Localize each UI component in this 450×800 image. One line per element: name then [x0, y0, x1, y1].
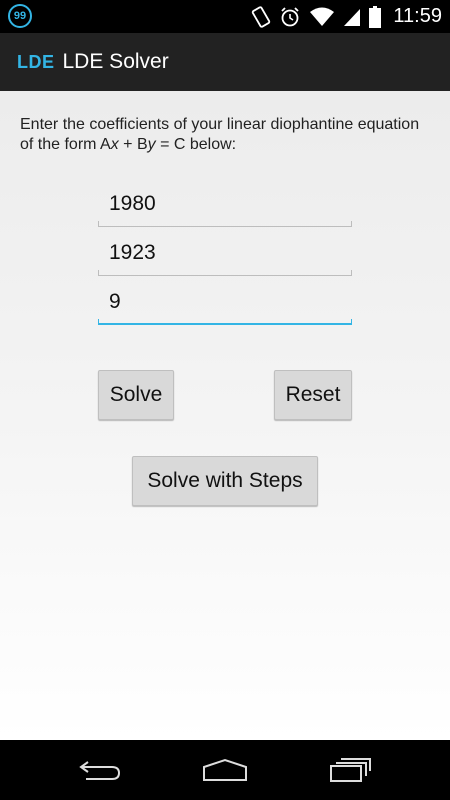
back-icon [79, 761, 121, 780]
coefficient-c-input[interactable] [98, 285, 352, 319]
coefficient-c-underline [98, 319, 352, 325]
instructions-text: Enter the coefficients of your linear di… [20, 115, 430, 155]
instructions-part3: = C below: [155, 136, 237, 153]
app-title: LDE Solver [62, 50, 169, 73]
coefficient-b-underline [98, 270, 352, 276]
coefficient-a-underline [98, 221, 352, 227]
content-area: Enter the coefficients of your linear di… [0, 91, 450, 740]
notification-badge: 99 [13, 10, 27, 22]
recent-apps-icon [330, 758, 371, 782]
home-icon [203, 758, 247, 781]
screen-rotation-icon [252, 5, 271, 28]
recent-apps-button[interactable] [320, 750, 380, 790]
battery-icon [369, 5, 382, 28]
reset-button[interactable]: Reset [274, 370, 352, 420]
app-logo[interactable]: LDE [17, 52, 55, 73]
status-bar: 99 11:59 [0, 0, 450, 33]
home-button[interactable] [195, 750, 255, 790]
wifi-icon [310, 7, 335, 26]
instructions-var-y: y [147, 136, 156, 153]
notification-icon: 99 [8, 4, 32, 28]
coefficient-b-input[interactable] [98, 236, 352, 270]
solve-with-steps-button[interactable]: Solve with Steps [132, 456, 318, 506]
action-bar: LDE LDE Solver [0, 33, 450, 91]
instructions-var-x: x [110, 136, 119, 153]
coefficient-c-field [98, 285, 352, 325]
instructions-part2: + B [118, 136, 148, 153]
status-icons: 11:59 [251, 0, 442, 33]
coefficient-a-input[interactable] [98, 187, 352, 221]
back-button[interactable] [70, 750, 130, 790]
navigation-bar [0, 740, 450, 800]
coefficient-a-field [98, 187, 352, 227]
screen: 99 11:59 LDE LDE Solver Enter the coeffi… [0, 0, 450, 800]
coefficient-b-field [98, 236, 352, 276]
signal-icon [344, 8, 361, 26]
clock: 11:59 [393, 5, 442, 27]
solve-button[interactable]: Solve [98, 370, 174, 420]
alarm-icon [281, 6, 300, 26]
